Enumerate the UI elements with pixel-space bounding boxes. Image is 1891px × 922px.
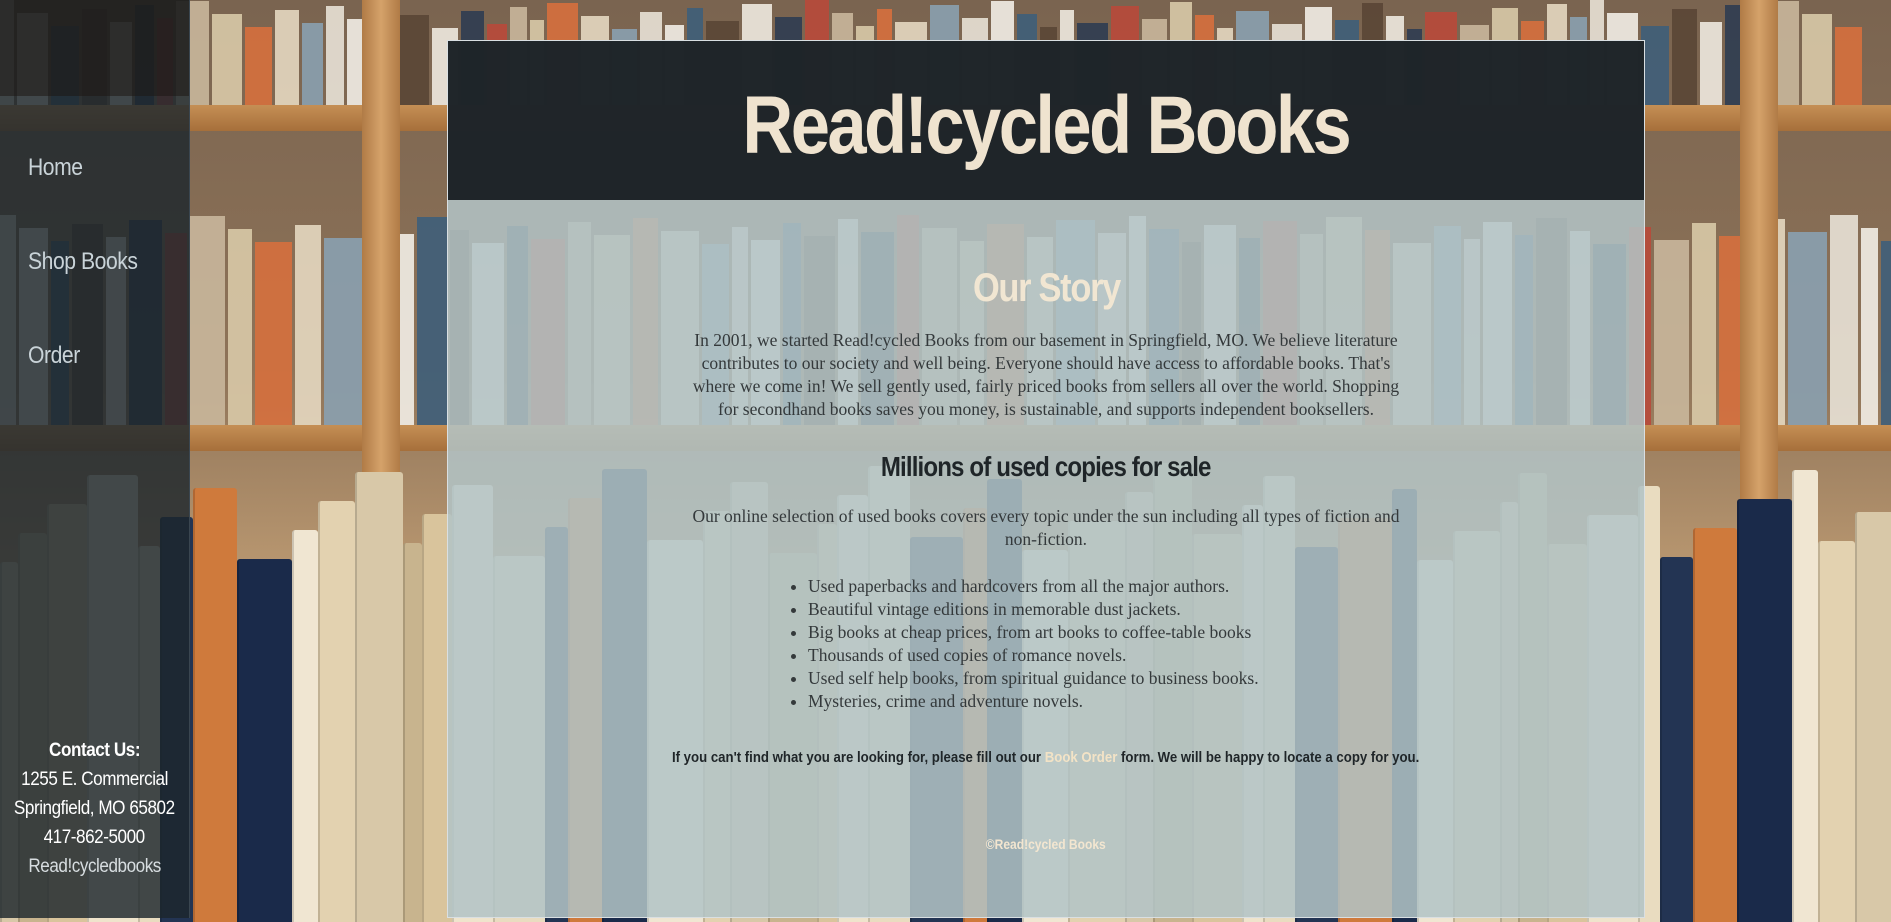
book-spine xyxy=(1672,9,1697,105)
book-front xyxy=(1855,512,1891,922)
contact-website-link[interactable]: Read!cycledbooks xyxy=(21,856,168,877)
content: Our Story In 2001, we started Read!cycle… xyxy=(448,200,1644,852)
story-heading: Our Story xyxy=(972,266,1120,310)
feature-item: Beautiful vintage editions in memorable … xyxy=(808,598,1644,621)
book-spine xyxy=(255,242,292,430)
feature-item: Mysteries, crime and adventure novels. xyxy=(808,690,1644,713)
book-front xyxy=(403,543,422,922)
book-spine xyxy=(245,27,272,105)
feature-item: Used paperbacks and hardcovers from all … xyxy=(808,575,1644,598)
nav-item-home: Home xyxy=(0,154,189,248)
features-list: Used paperbacks and hardcovers from all … xyxy=(784,575,1644,713)
nav-link-order[interactable]: Order xyxy=(28,342,80,370)
book-spine xyxy=(1788,232,1827,430)
masthead: Read!cycled Books xyxy=(448,41,1644,200)
contact-link-row: Read!cycledbooks xyxy=(0,852,189,881)
book-spine xyxy=(302,23,323,105)
book-front xyxy=(1660,557,1693,922)
nav-link-shop-books[interactable]: Shop Books xyxy=(28,248,138,276)
book-front xyxy=(1693,528,1737,922)
book-spine xyxy=(1861,228,1878,430)
book-front xyxy=(318,501,355,922)
feature-item: Used self help books, from spiritual gui… xyxy=(808,667,1644,690)
book-spine xyxy=(1700,22,1722,105)
book-spine xyxy=(275,10,299,105)
order-note-text-before: If you can't find what you are looking f… xyxy=(672,749,1046,766)
book-spine xyxy=(1654,240,1689,430)
book-spine xyxy=(212,14,242,105)
book-spine xyxy=(1802,14,1832,105)
contact-block: Contact Us: 1255 E. Commercial Springfie… xyxy=(0,736,189,881)
order-note-text-after: form. We will be happy to locate a copy … xyxy=(1117,749,1420,766)
book-spine xyxy=(347,19,362,105)
nav-item-shop-books: Shop Books xyxy=(0,248,189,342)
contact-phone: 417-862-5000 xyxy=(43,827,146,848)
book-spine xyxy=(324,238,363,430)
sidebar: Home Shop Books Order Contact Us: 1255 E… xyxy=(0,0,190,918)
sidebar-nav: Home Shop Books Order xyxy=(0,154,189,436)
contact-heading: Contact Us: xyxy=(48,740,141,761)
book-front xyxy=(355,472,403,922)
book-spine xyxy=(400,15,429,105)
book-front xyxy=(1818,541,1855,922)
main-panel: Read!cycled Books Our Story In 2001, we … xyxy=(447,40,1645,918)
book-front xyxy=(237,559,292,922)
book-spine xyxy=(417,217,447,430)
site-title: Read!cycled Books xyxy=(742,79,1352,171)
book-spine xyxy=(190,216,225,430)
feature-item: Thousands of used copies of romance nove… xyxy=(808,644,1644,667)
book-order-link[interactable]: Book Order xyxy=(1045,749,1118,766)
book-spine xyxy=(1692,223,1716,430)
nav-link-home[interactable]: Home xyxy=(28,154,83,182)
book-front xyxy=(1737,499,1792,922)
nav-item-order: Order xyxy=(0,342,189,436)
feature-item: Big books at cheap prices, from art book… xyxy=(808,621,1644,644)
book-spine xyxy=(1641,26,1669,105)
selection-paragraph: Our online selection of used books cover… xyxy=(692,506,1400,549)
footer-copyright: ©Read!cycled Books xyxy=(986,836,1106,852)
sidebar-top-band xyxy=(0,0,189,96)
book-spine xyxy=(1835,27,1862,105)
book-spine xyxy=(1881,241,1891,430)
book-spine xyxy=(228,229,252,430)
book-spine xyxy=(1830,215,1858,430)
book-spine xyxy=(326,6,344,105)
book-front xyxy=(193,488,237,922)
book-front xyxy=(1792,470,1818,922)
story-paragraph: In 2001, we started Read!cycled Books fr… xyxy=(692,330,1400,419)
book-front xyxy=(292,530,318,922)
book-spine xyxy=(295,225,321,430)
order-note: If you can't find what you are looking f… xyxy=(448,749,1644,766)
sale-heading: Millions of used copies for sale xyxy=(881,451,1212,482)
contact-address-line2: Springfield, MO 65802 xyxy=(14,798,175,819)
contact-address-line1: 1255 E. Commercial xyxy=(21,769,168,790)
